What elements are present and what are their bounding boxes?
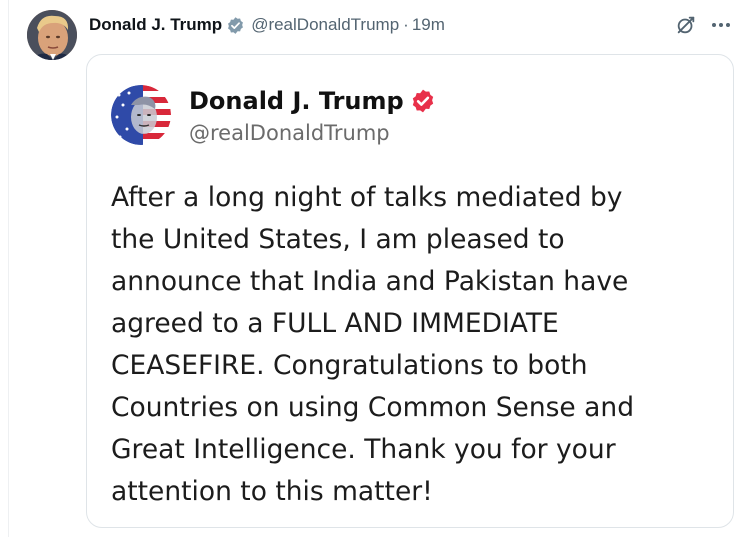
embedded-author-row: Donald J. Trump	[189, 87, 436, 115]
verified-badge-icon	[228, 16, 244, 34]
avatar-portrait-image	[27, 10, 77, 60]
author-avatar[interactable]	[27, 10, 77, 60]
verified-badge-icon	[412, 89, 433, 113]
flag-portrait-image	[111, 85, 171, 145]
embedded-author-handle: @realDonaldTrump	[189, 121, 390, 145]
separator-dot: ·	[403, 15, 409, 34]
post-container[interactable]: Donald J. Trump @realDonaldTrump · 19m D…	[8, 0, 746, 537]
post-header: Donald J. Trump @realDonaldTrump · 19m	[89, 13, 445, 37]
author-name[interactable]: Donald J. Trump	[89, 15, 222, 35]
embedded-author-avatar	[111, 85, 171, 145]
embedded-post-card[interactable]: Donald J. Trump @realDonaldTrump After a…	[86, 54, 734, 528]
author-handle[interactable]: @realDonaldTrump	[251, 15, 399, 35]
post-timestamp[interactable]: 19m	[412, 15, 445, 35]
more-options-icon[interactable]	[709, 13, 733, 37]
grok-icon[interactable]	[675, 14, 697, 36]
embedded-author-name: Donald J. Trump	[189, 87, 404, 115]
embedded-post-text: After a long night of talks mediated by …	[111, 182, 635, 507]
